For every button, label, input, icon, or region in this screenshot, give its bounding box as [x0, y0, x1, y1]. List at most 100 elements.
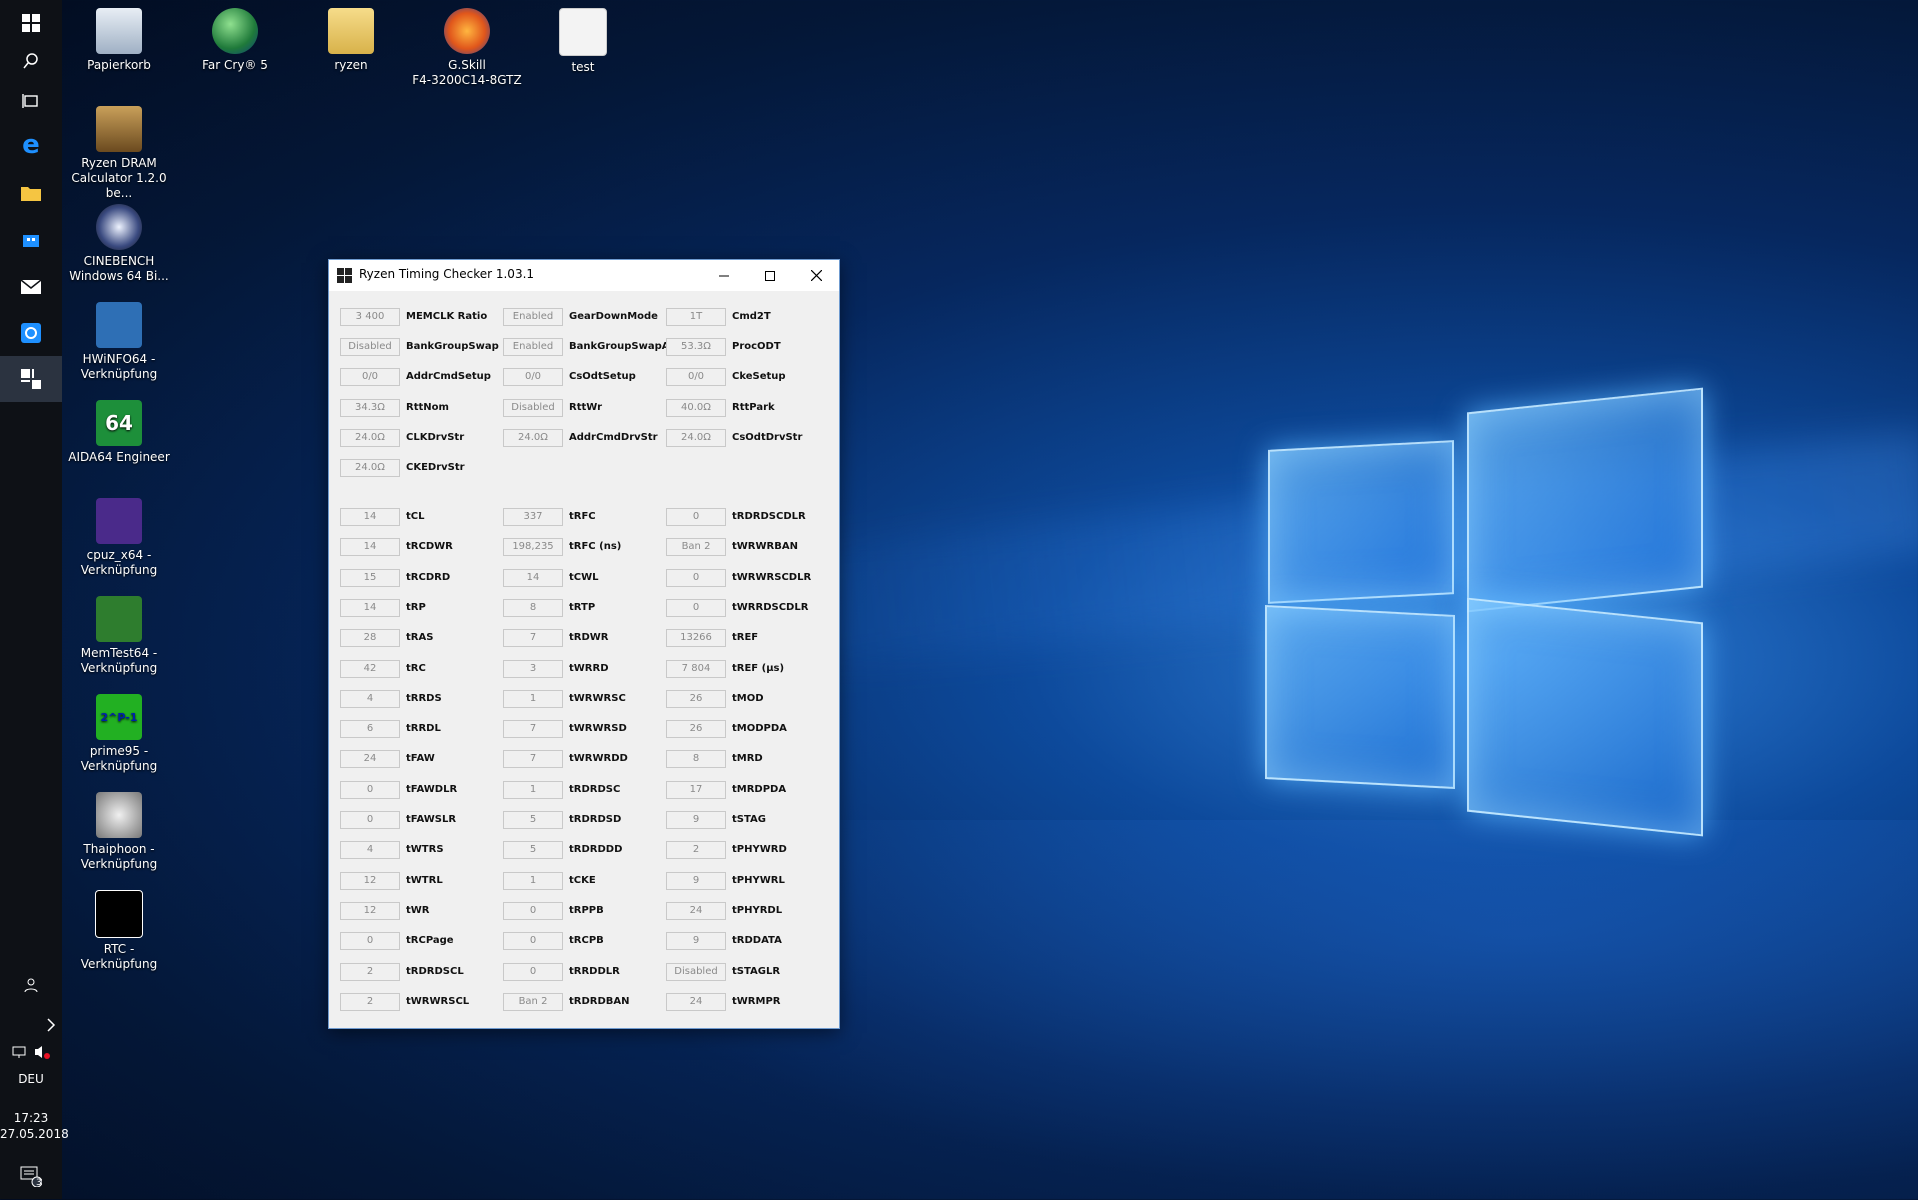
- desktop-icon[interactable]: CINEBENCH Windows 64 Bi...: [64, 204, 174, 284]
- value-field: 0: [340, 932, 400, 951]
- value-field: 7: [503, 629, 563, 648]
- field-label: tRDRDSC: [569, 783, 621, 795]
- field-label: tWR: [406, 904, 430, 916]
- value-field: Enabled: [503, 338, 563, 357]
- people-icon[interactable]: [0, 970, 62, 1000]
- field-label: tWRRD: [569, 662, 609, 674]
- value-field: 42: [340, 659, 400, 678]
- desktop-icon[interactable]: 2^P-1 prime95 - Verknüpfung: [64, 694, 174, 774]
- outlook-icon[interactable]: [0, 310, 62, 356]
- value-field: 0: [666, 508, 726, 526]
- field-label: AddrCmdSetup: [406, 371, 491, 383]
- desktop-icon[interactable]: MemTest64 - Verknüpfung: [64, 596, 174, 676]
- desktop-icon[interactable]: Papierkorb: [64, 8, 174, 73]
- value-field: 34.3Ω: [340, 398, 400, 417]
- value-field: 0: [340, 780, 400, 799]
- field-label: tRRDL: [406, 723, 441, 735]
- field-label: tRCPage: [406, 935, 454, 947]
- value-field: 7 804: [666, 659, 726, 678]
- ryzen-timing-checker-icon[interactable]: [0, 356, 62, 402]
- value-field: 3: [503, 659, 563, 678]
- field-label: tRFC (ns): [569, 541, 622, 553]
- field-label: tWRMPR: [732, 995, 781, 1007]
- value-field: 13266: [666, 629, 726, 648]
- field-label: tCL: [406, 511, 425, 522]
- desktop-icon[interactable]: test: [528, 8, 638, 75]
- value-field: 24.0Ω: [666, 428, 726, 447]
- clock-time[interactable]: 17:23: [0, 1110, 62, 1126]
- close-button[interactable]: [793, 260, 839, 291]
- field-label: tRP: [406, 601, 426, 613]
- field-label: tPHYWRD: [732, 844, 787, 856]
- clock-date[interactable]: 27.05.2018: [0, 1126, 69, 1142]
- minimize-button[interactable]: [701, 260, 747, 291]
- field-label: tWRWRBAN: [732, 541, 798, 553]
- desktop-icon-label: G.Skill F4-3200C14-8GTZ: [412, 58, 522, 87]
- value-field: 17: [666, 780, 726, 799]
- value-field: 337: [503, 508, 563, 526]
- value-field: 15: [340, 568, 400, 587]
- field-label: tRPPB: [569, 904, 604, 916]
- field-label: tRAS: [406, 632, 434, 644]
- desktop-icon[interactable]: 64 AIDA64 Engineer: [64, 400, 174, 465]
- task-view-icon[interactable]: [0, 78, 62, 124]
- globe-icon: [212, 8, 258, 54]
- field-label: tCWL: [569, 571, 599, 583]
- value-field: 0/0: [666, 368, 726, 387]
- field-label: CkeSetup: [732, 371, 786, 383]
- field-label: RttNom: [406, 401, 449, 413]
- desktop-icon[interactable]: cpuz_x64 - Verknüpfung: [64, 498, 174, 578]
- cpuz-icon: [96, 498, 142, 544]
- field-label: tRRDS: [406, 692, 442, 704]
- field-label: tWTRL: [406, 874, 443, 886]
- field-label: tRCPB: [569, 935, 604, 947]
- field-label: GearDownMode: [569, 311, 658, 322]
- value-field: 9: [666, 932, 726, 951]
- field-label: CLKDrvStr: [406, 431, 465, 443]
- desktop-icon[interactable]: ryzen: [296, 8, 406, 73]
- value-field: 0: [503, 901, 563, 920]
- cinebench-icon: [96, 204, 142, 250]
- edge-icon[interactable]: e: [0, 122, 62, 168]
- desktop-icon-label: ryzen: [334, 58, 368, 72]
- value-field: 2: [666, 841, 726, 860]
- value-field: 24: [340, 750, 400, 769]
- action-center-icon[interactable]: 3: [0, 1156, 62, 1196]
- field-label: tWRWRSC: [569, 692, 626, 704]
- desktop-icon-label: HWiNFO64 - Verknüpfung: [80, 352, 158, 381]
- prime95-icon: 2^P-1: [96, 694, 142, 740]
- value-field: 26: [666, 720, 726, 739]
- file-explorer-icon[interactable]: [0, 170, 62, 216]
- desktop-icon[interactable]: RTC - Verknüpfung: [64, 890, 174, 972]
- desktop-icon[interactable]: Thaiphoon - Verknüpfung: [64, 792, 174, 872]
- mail-icon[interactable]: [0, 264, 62, 310]
- memtest-icon: [96, 596, 142, 642]
- value-field: 24.0Ω: [503, 428, 563, 447]
- desktop-icon[interactable]: HWiNFO64 - Verknüpfung: [64, 302, 174, 382]
- field-label: tRDRDSCDLR: [732, 511, 806, 522]
- value-field: 0/0: [503, 368, 563, 387]
- desktop-icon[interactable]: Ryzen DRAM Calculator 1.2.0 be...: [64, 106, 174, 201]
- desktop-icon-label: RTC - Verknüpfung: [80, 942, 158, 971]
- value-field: 4: [340, 841, 400, 860]
- field-label: tRFC: [569, 511, 596, 522]
- value-field: 24: [666, 992, 726, 1011]
- field-label: tMODPDA: [732, 723, 787, 735]
- store-icon[interactable]: [0, 216, 62, 262]
- timings-panel: 3 400 MEMCLK Ratio Enabled GearDownMode 1T Cm…: [329, 291, 839, 1028]
- maximize-button[interactable]: [747, 260, 793, 291]
- desktop-icon[interactable]: Far Cry® 5: [180, 8, 290, 73]
- field-label: tWRWRDD: [569, 753, 628, 765]
- desktop-icon-label: Ryzen DRAM Calculator 1.2.0 be...: [71, 156, 167, 200]
- field-label: tRDRDSD: [569, 814, 622, 825]
- value-field: 12: [340, 901, 400, 920]
- chevron-right-icon[interactable]: [0, 1010, 62, 1040]
- language-indicator[interactable]: DEU: [0, 1071, 62, 1087]
- value-field: 0: [503, 962, 563, 981]
- value-field: 14: [503, 568, 563, 587]
- desktop-icon[interactable]: G.Skill F4-3200C14-8GTZ: [412, 8, 522, 88]
- network-volume-icons[interactable]: [0, 1038, 62, 1066]
- value-field: 5: [503, 841, 563, 860]
- hwinfo-icon: [96, 302, 142, 348]
- window-titlebar[interactable]: Ryzen Timing Checker 1.03.1: [329, 260, 839, 291]
